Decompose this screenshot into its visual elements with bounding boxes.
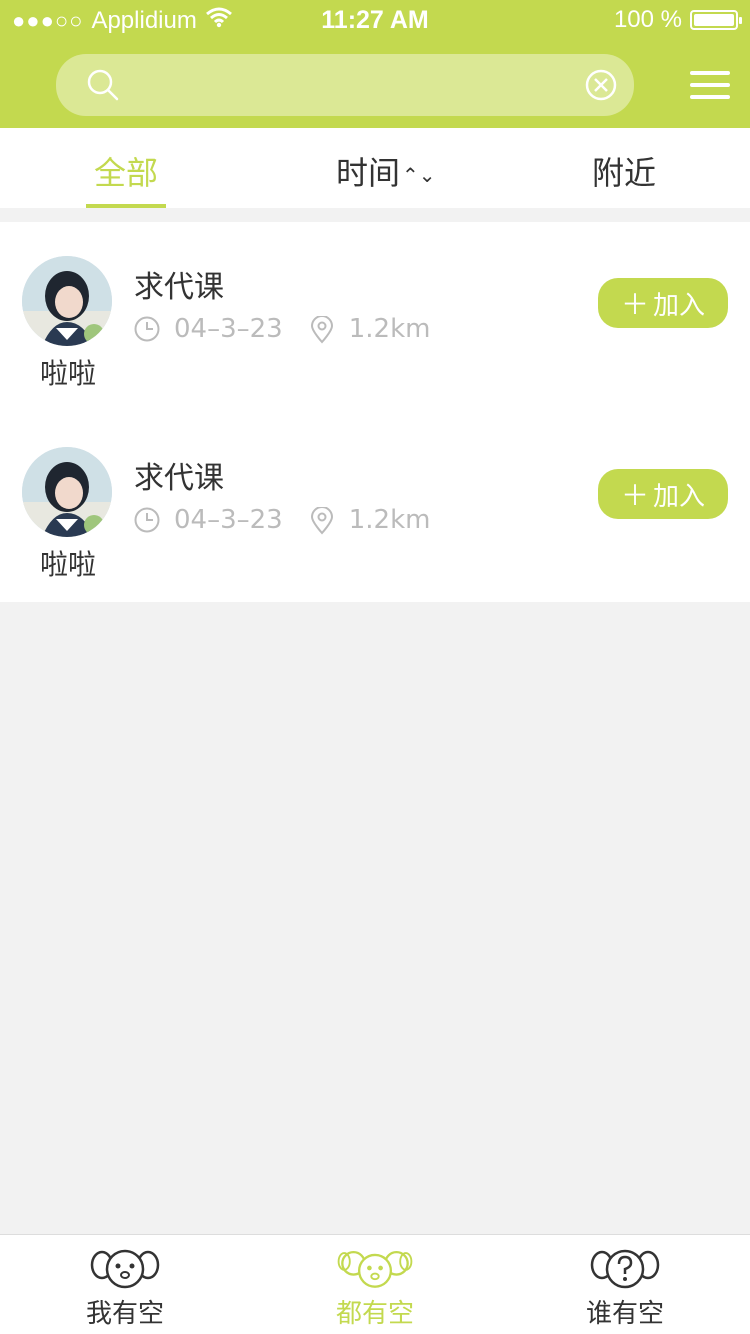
koala-icon [90, 1249, 160, 1289]
tab-time-label: 时间 [336, 154, 401, 192]
search-bar[interactable] [56, 54, 634, 116]
post-title: 求代课 [134, 461, 224, 496]
post-title: 求代课 [134, 270, 224, 305]
tabbar-item-all-free[interactable]: 都有空 [250, 1235, 500, 1334]
list-item[interactable]: 啦啦 求代课 04–3–23 1.2km ＋ 加入 [0, 222, 750, 412]
location-pin-icon [309, 507, 335, 535]
tab-all[interactable]: 全部 [94, 148, 158, 194]
tabbar-label: 谁有空 [585, 1299, 664, 1329]
filter-tabs: 全部 时间 ⌃⌄ 附近 [0, 128, 750, 208]
status-right: 100 % [613, 6, 742, 34]
post-distance: 1.2km [348, 314, 431, 344]
join-button-label: 加入 [653, 481, 706, 512]
battery-percent: 100 % [613, 6, 682, 33]
section-divider [0, 208, 750, 222]
plus-icon: ＋ [620, 288, 649, 321]
post-date: 04–3–23 [174, 314, 283, 344]
tabbar-item-i-am-free[interactable]: 我有空 [0, 1235, 250, 1334]
clock-icon [134, 507, 160, 533]
header: ●●●○○ Applidium 11:27 AM 100 % [0, 0, 750, 128]
post-meta: 04–3–23 1.2km [134, 505, 430, 535]
post-meta: 04–3–23 1.2km [134, 314, 430, 344]
clear-icon[interactable] [584, 68, 618, 102]
tabbar-label: 都有空 [335, 1299, 414, 1329]
avatar[interactable] [22, 256, 112, 346]
tab-nearby[interactable]: 附近 [592, 148, 656, 194]
user-name: 啦啦 [39, 357, 96, 390]
post-distance: 1.2km [348, 505, 431, 535]
tabbar-item-who-is-free[interactable]: 谁有空 [500, 1235, 750, 1334]
battery-icon [690, 10, 742, 30]
task-list: 啦啦 求代课 04–3–23 1.2km ＋ 加入 啦啦 求代课 04–3–23… [0, 222, 750, 602]
search-input[interactable] [136, 66, 556, 104]
menu-icon[interactable] [690, 70, 730, 100]
koala-question-icon [590, 1249, 660, 1289]
koala-group-icon [337, 1250, 413, 1288]
join-button[interactable]: ＋ 加入 [598, 278, 728, 328]
avatar[interactable] [22, 447, 112, 537]
bottom-tab-bar: 我有空 都有空 谁有空 [0, 1234, 750, 1334]
location-pin-icon [309, 316, 335, 344]
tab-time[interactable]: 时间 ⌃⌄ [336, 148, 436, 194]
post-date: 04–3–23 [174, 505, 283, 535]
join-button-label: 加入 [653, 290, 706, 321]
tabbar-label: 我有空 [85, 1299, 164, 1329]
list-item[interactable]: 啦啦 求代课 04–3–23 1.2km ＋ 加入 [0, 412, 750, 602]
status-bar: ●●●○○ Applidium 11:27 AM 100 % [0, 0, 750, 40]
clock-icon [134, 316, 160, 342]
search-icon[interactable] [86, 68, 120, 102]
plus-icon: ＋ [620, 479, 649, 512]
join-button[interactable]: ＋ 加入 [598, 469, 728, 519]
user-name: 啦啦 [39, 548, 96, 581]
sort-icon: ⌃⌄ [402, 163, 436, 187]
